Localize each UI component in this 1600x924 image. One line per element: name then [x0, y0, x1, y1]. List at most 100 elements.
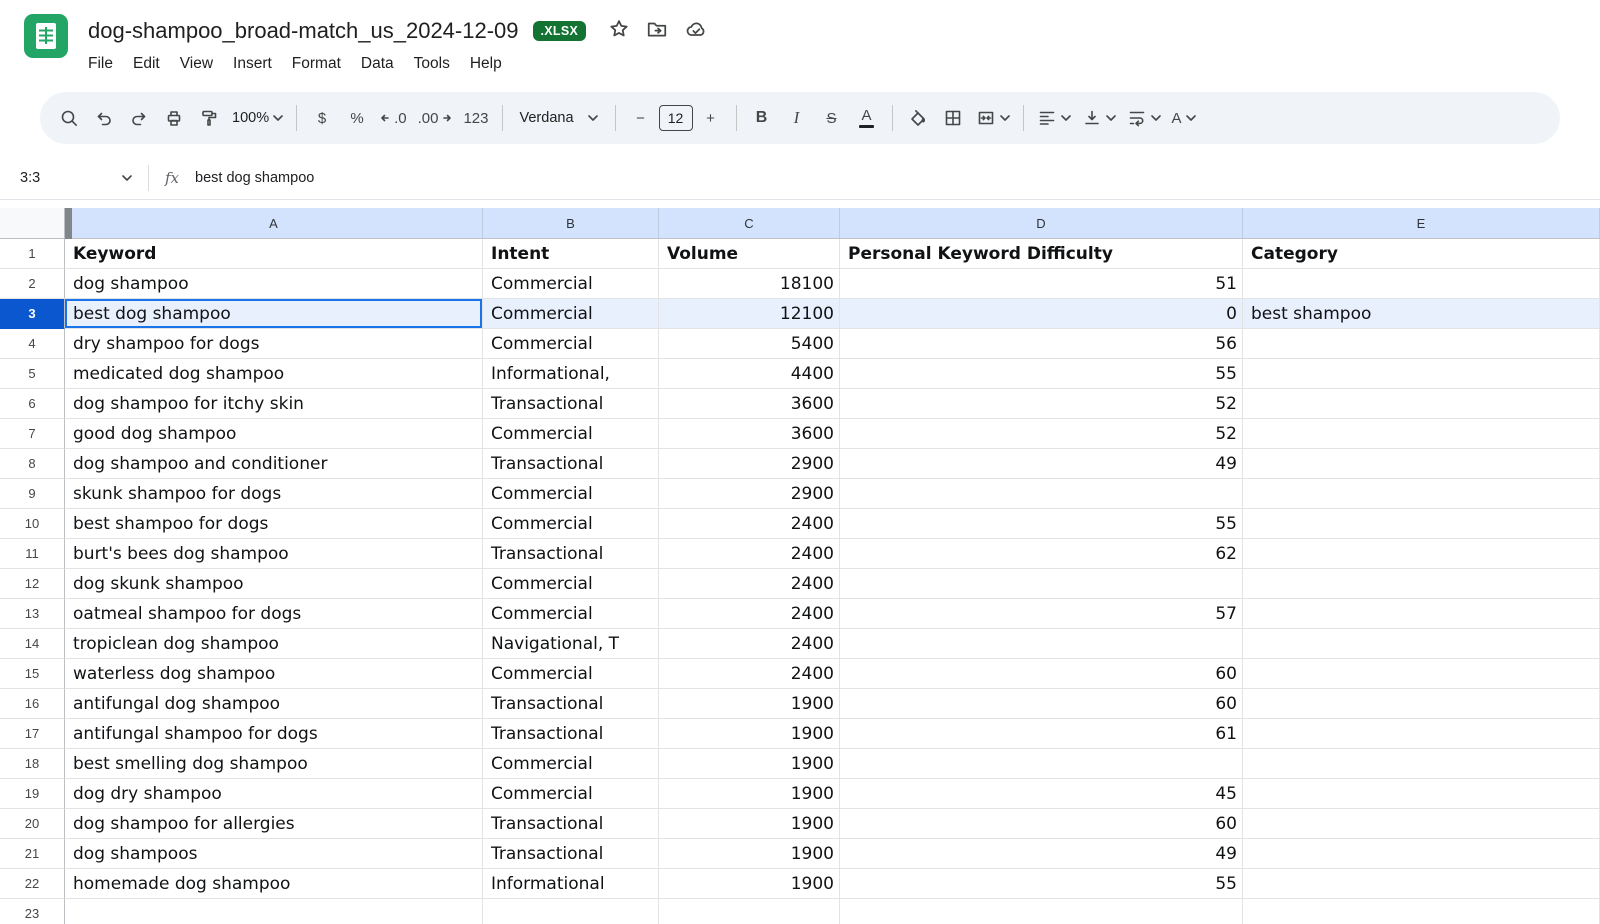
- cell-B9[interactable]: Commercial: [483, 479, 659, 509]
- row-header-11[interactable]: 11: [0, 539, 65, 569]
- cell-E16[interactable]: [1243, 689, 1600, 719]
- cell-B20[interactable]: Transactional: [483, 809, 659, 839]
- cell-D14[interactable]: [840, 629, 1243, 659]
- cell-A17[interactable]: antifungal shampoo for dogs: [65, 719, 483, 749]
- cell-C11[interactable]: 2400: [659, 539, 840, 569]
- cell-A5[interactable]: medicated dog shampoo: [65, 359, 483, 389]
- cell-E9[interactable]: [1243, 479, 1600, 509]
- cell-A1[interactable]: Keyword: [65, 239, 483, 269]
- row-header-5[interactable]: 5: [0, 359, 65, 389]
- cell-D17[interactable]: 61: [840, 719, 1243, 749]
- cell-D6[interactable]: 52: [840, 389, 1243, 419]
- cell-A11[interactable]: burt's bees dog shampoo: [65, 539, 483, 569]
- cell-B15[interactable]: Commercial: [483, 659, 659, 689]
- cell-E3[interactable]: best shampoo: [1243, 299, 1600, 329]
- cell-A3[interactable]: best dog shampoo: [65, 299, 483, 329]
- cell-E18[interactable]: [1243, 749, 1600, 779]
- row-header-3[interactable]: 3: [0, 299, 65, 329]
- cell-A16[interactable]: antifungal dog shampoo: [65, 689, 483, 719]
- cell-D21[interactable]: 49: [840, 839, 1243, 869]
- decrease-decimals-button[interactable]: .0: [375, 101, 412, 135]
- cell-B23[interactable]: [483, 899, 659, 924]
- menu-help[interactable]: Help: [460, 51, 512, 77]
- currency-format-button[interactable]: $: [305, 101, 339, 135]
- cell-E1[interactable]: Category: [1243, 239, 1600, 269]
- cell-A12[interactable]: dog skunk shampoo: [65, 569, 483, 599]
- row-header-18[interactable]: 18: [0, 749, 65, 779]
- row-header-9[interactable]: 9: [0, 479, 65, 509]
- row-header-20[interactable]: 20: [0, 809, 65, 839]
- cell-D12[interactable]: [840, 569, 1243, 599]
- column-header-a[interactable]: A: [65, 208, 483, 239]
- cell-C22[interactable]: 1900: [659, 869, 840, 899]
- redo-button[interactable]: [122, 101, 156, 135]
- cell-D20[interactable]: 60: [840, 809, 1243, 839]
- cell-B19[interactable]: Commercial: [483, 779, 659, 809]
- horizontal-align-button[interactable]: [1032, 101, 1076, 135]
- cell-B5[interactable]: Informational,: [483, 359, 659, 389]
- cell-B2[interactable]: Commercial: [483, 269, 659, 299]
- cell-D1[interactable]: Personal Keyword Difficulty: [840, 239, 1243, 269]
- italic-button[interactable]: I: [780, 101, 814, 135]
- zoom-select[interactable]: 100%: [227, 101, 288, 135]
- cell-D16[interactable]: 60: [840, 689, 1243, 719]
- cell-A13[interactable]: oatmeal shampoo for dogs: [65, 599, 483, 629]
- cell-E22[interactable]: [1243, 869, 1600, 899]
- cell-C7[interactable]: 3600: [659, 419, 840, 449]
- cell-A9[interactable]: skunk shampoo for dogs: [65, 479, 483, 509]
- move-to-folder-icon[interactable]: [646, 18, 668, 45]
- cell-C23[interactable]: [659, 899, 840, 924]
- cell-D8[interactable]: 49: [840, 449, 1243, 479]
- paint-format-button[interactable]: [192, 101, 226, 135]
- row-header-17[interactable]: 17: [0, 719, 65, 749]
- cell-B22[interactable]: Informational: [483, 869, 659, 899]
- row-header-7[interactable]: 7: [0, 419, 65, 449]
- cell-D18[interactable]: [840, 749, 1243, 779]
- cell-B16[interactable]: Transactional: [483, 689, 659, 719]
- row-header-6[interactable]: 6: [0, 389, 65, 419]
- cell-A21[interactable]: dog shampoos: [65, 839, 483, 869]
- cell-E7[interactable]: [1243, 419, 1600, 449]
- row-header-8[interactable]: 8: [0, 449, 65, 479]
- cell-E20[interactable]: [1243, 809, 1600, 839]
- cell-B12[interactable]: Commercial: [483, 569, 659, 599]
- cell-A2[interactable]: dog shampoo: [65, 269, 483, 299]
- cell-D22[interactable]: 55: [840, 869, 1243, 899]
- text-rotation-button[interactable]: A: [1167, 101, 1201, 135]
- cell-D4[interactable]: 56: [840, 329, 1243, 359]
- cell-C21[interactable]: 1900: [659, 839, 840, 869]
- row-header-10[interactable]: 10: [0, 509, 65, 539]
- cell-C8[interactable]: 2900: [659, 449, 840, 479]
- cell-E2[interactable]: [1243, 269, 1600, 299]
- cell-B14[interactable]: Navigational, T: [483, 629, 659, 659]
- cell-A23[interactable]: [65, 899, 483, 924]
- row-header-22[interactable]: 22: [0, 869, 65, 899]
- cell-E6[interactable]: [1243, 389, 1600, 419]
- cell-E4[interactable]: [1243, 329, 1600, 359]
- select-all-corner[interactable]: [0, 208, 65, 239]
- row-header-12[interactable]: 12: [0, 569, 65, 599]
- cell-B17[interactable]: Transactional: [483, 719, 659, 749]
- cell-A15[interactable]: waterless dog shampoo: [65, 659, 483, 689]
- number-format-button[interactable]: 123: [458, 101, 493, 135]
- sheets-logo-icon[interactable]: [24, 14, 68, 58]
- cell-C14[interactable]: 2400: [659, 629, 840, 659]
- cell-A4[interactable]: dry shampoo for dogs: [65, 329, 483, 359]
- cell-C6[interactable]: 3600: [659, 389, 840, 419]
- cell-C12[interactable]: 2400: [659, 569, 840, 599]
- menu-file[interactable]: File: [78, 51, 123, 77]
- cell-E21[interactable]: [1243, 839, 1600, 869]
- text-color-button[interactable]: A: [850, 101, 884, 135]
- cell-E19[interactable]: [1243, 779, 1600, 809]
- percent-format-button[interactable]: %: [340, 101, 374, 135]
- cell-C16[interactable]: 1900: [659, 689, 840, 719]
- cell-C18[interactable]: 1900: [659, 749, 840, 779]
- row-header-19[interactable]: 19: [0, 779, 65, 809]
- merge-cells-button[interactable]: [971, 101, 1015, 135]
- cell-D9[interactable]: [840, 479, 1243, 509]
- cell-B18[interactable]: Commercial: [483, 749, 659, 779]
- cell-D13[interactable]: 57: [840, 599, 1243, 629]
- row-header-13[interactable]: 13: [0, 599, 65, 629]
- cell-D23[interactable]: [840, 899, 1243, 924]
- increase-font-size-button[interactable]: +: [694, 101, 728, 135]
